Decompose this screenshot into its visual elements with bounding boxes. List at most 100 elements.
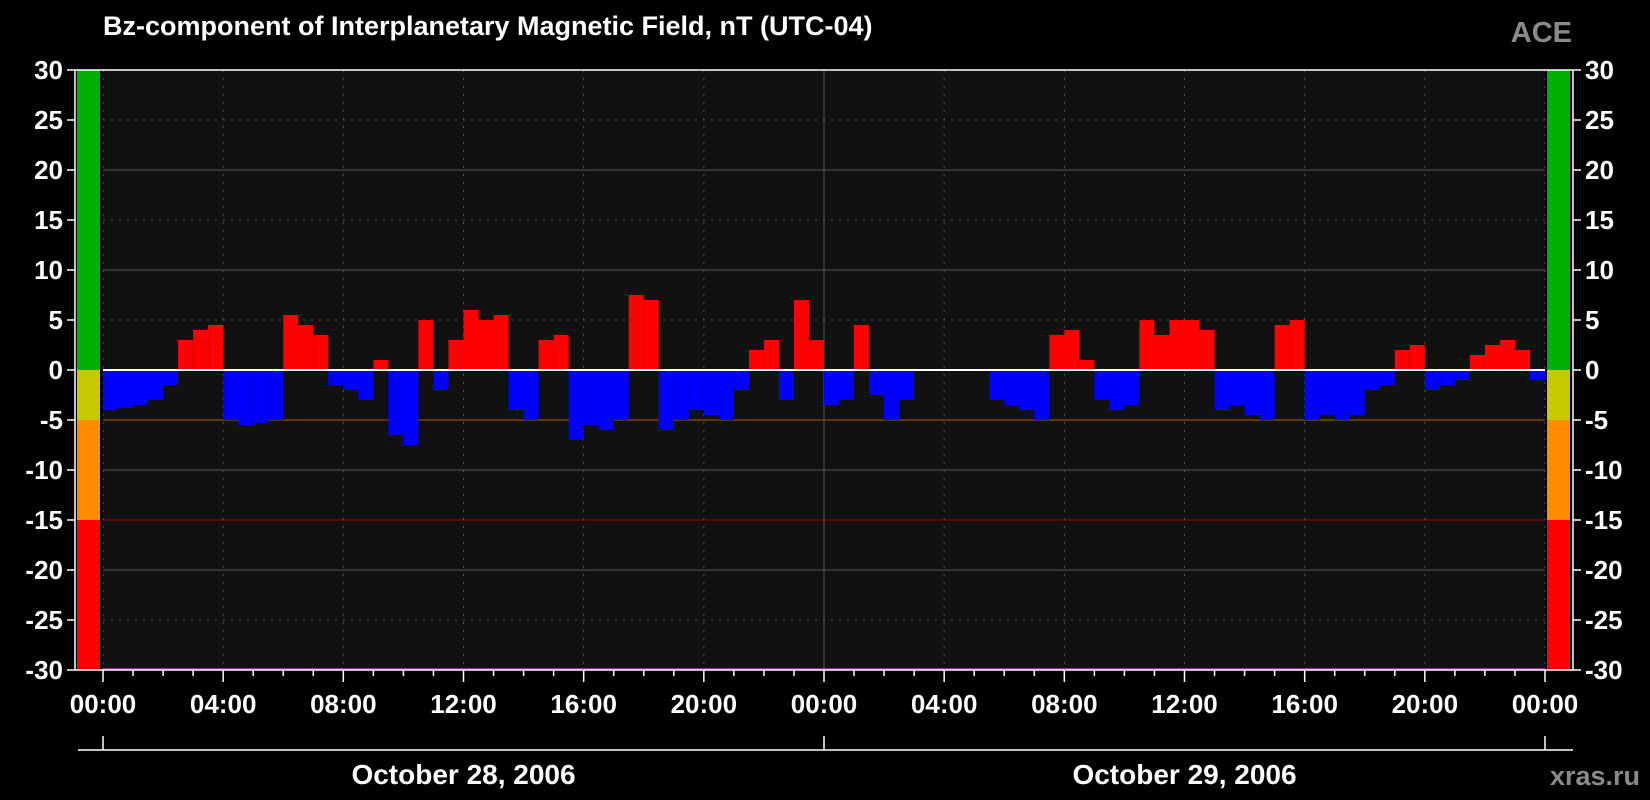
y-tick-label-right: -25 <box>1585 605 1623 635</box>
bz-bar <box>808 340 824 370</box>
y-tick-label-left: 20 <box>34 155 63 185</box>
zone-red-left <box>77 520 100 670</box>
bz-bar <box>1154 335 1170 370</box>
zone-green-right <box>1547 70 1570 370</box>
x-tick-label: 08:00 <box>1031 689 1098 719</box>
bz-bar <box>508 370 524 410</box>
zone-orange-left <box>77 420 100 520</box>
bz-bar <box>1439 370 1455 385</box>
bz-bar <box>418 320 434 370</box>
date-label: October 28, 2006 <box>351 759 575 790</box>
bz-bar <box>1094 370 1110 400</box>
zone-yellow-left <box>77 370 100 420</box>
bz-bar <box>178 340 194 370</box>
bz-bar <box>1019 370 1035 410</box>
zone-red-right <box>1547 520 1570 670</box>
bz-bar <box>1214 370 1230 410</box>
y-tick-label-right: 25 <box>1585 105 1614 135</box>
bz-bar <box>238 370 254 425</box>
y-tick-label-right: -10 <box>1585 455 1623 485</box>
bz-bar <box>1319 370 1335 415</box>
x-tick-label: 12:00 <box>430 689 497 719</box>
bz-bar <box>1229 370 1245 405</box>
date-label: October 29, 2006 <box>1072 759 1296 790</box>
threshold-zones-left <box>77 70 100 670</box>
y-tick-label-right: -20 <box>1585 555 1623 585</box>
y-tick-label-left: -15 <box>25 505 63 535</box>
y-tick-label-right: -5 <box>1585 405 1608 435</box>
bz-bar <box>733 370 749 390</box>
bz-bar <box>989 370 1005 400</box>
y-tick-label-right: -15 <box>1585 505 1623 535</box>
bz-bar <box>1034 370 1050 420</box>
bz-bar <box>1364 370 1380 390</box>
bz-bar <box>373 360 389 370</box>
x-tick-label: 04:00 <box>190 689 257 719</box>
y-tick-label-left: 5 <box>49 305 63 335</box>
x-tick-label: 00:00 <box>791 689 858 719</box>
bz-bar <box>358 370 374 400</box>
bz-bar <box>673 370 689 420</box>
bz-bar <box>643 300 659 370</box>
bz-bar <box>824 370 840 405</box>
y-tick-label-left: -10 <box>25 455 63 485</box>
bz-bar <box>148 370 164 400</box>
bz-bar <box>223 370 239 420</box>
bz-bar <box>313 335 329 370</box>
y-tick-label-left: 30 <box>34 55 63 85</box>
bz-bar <box>703 370 719 415</box>
bz-bar <box>1334 370 1350 420</box>
x-tick-label: 20:00 <box>671 689 738 719</box>
bz-bar <box>688 370 704 410</box>
bz-bar <box>283 315 299 370</box>
bz-bar <box>1469 355 1485 370</box>
bz-bar <box>343 370 359 390</box>
bz-bar <box>1394 350 1410 370</box>
bz-bar <box>388 370 404 435</box>
x-tick-label: 12:00 <box>1151 689 1218 719</box>
bz-bar <box>839 370 855 400</box>
x-tick-label: 04:00 <box>911 689 978 719</box>
bz-bar <box>884 370 900 420</box>
y-tick-label-left: 0 <box>49 355 63 385</box>
bz-bar <box>763 340 779 370</box>
bz-bar <box>1484 345 1500 370</box>
bz-bar <box>523 370 539 420</box>
bz-bar <box>403 370 419 445</box>
bz-bar <box>613 370 629 420</box>
x-tick-label: 00:00 <box>70 689 137 719</box>
bz-bar <box>1274 325 1290 370</box>
x-tick-label: 00:00 <box>1512 689 1579 719</box>
bz-bar <box>328 370 344 385</box>
bz-bar <box>1004 370 1020 405</box>
zone-yellow-right <box>1547 370 1570 420</box>
zone-green-left <box>77 70 100 370</box>
bz-bar <box>1244 370 1260 415</box>
bz-bar <box>1049 335 1065 370</box>
bz-bar <box>433 370 449 390</box>
bz-bar <box>133 370 149 405</box>
y-tick-label-right: 15 <box>1585 205 1614 235</box>
bz-bar <box>628 295 644 370</box>
bz-bar <box>568 370 584 440</box>
bz-bar <box>1304 370 1320 420</box>
bz-bar <box>583 370 599 425</box>
y-axis-right: 30 25 20 15 10 5 0 -5 -10 -15 -20 -25 -30 <box>1573 55 1623 685</box>
bz-bar <box>793 300 809 370</box>
bz-bar <box>1409 345 1425 370</box>
source-badge: ACE <box>1510 17 1572 49</box>
bz-bar <box>163 370 179 385</box>
x-tick-label: 08:00 <box>310 689 377 719</box>
bz-bar <box>193 330 209 370</box>
y-tick-label-left: -30 <box>25 655 63 685</box>
x-tick-label: 16:00 <box>550 689 617 719</box>
bz-bar <box>268 370 284 420</box>
y-tick-label-left: -5 <box>40 405 63 435</box>
x-tick-label: 16:00 <box>1271 689 1338 719</box>
bz-bar <box>658 370 674 430</box>
bz-bar <box>1079 360 1095 370</box>
bz-bar <box>208 325 224 370</box>
bz-bar <box>463 310 479 370</box>
bz-bar <box>1109 370 1125 410</box>
bz-bar <box>1514 350 1530 370</box>
